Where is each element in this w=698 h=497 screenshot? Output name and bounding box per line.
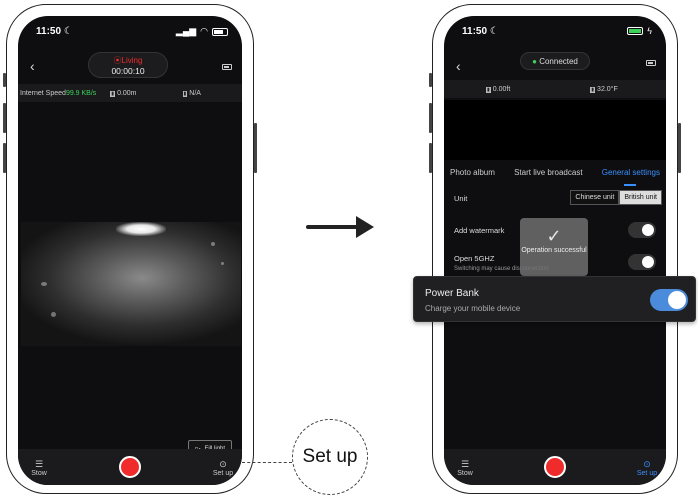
bottom-toolbar: ☰ Stow ⊙ Set up bbox=[444, 449, 666, 485]
settings-tab-bar: Photo album Start live broadcast General… bbox=[444, 168, 666, 177]
volume-up-button bbox=[429, 103, 432, 133]
info-bar: ▮ 0.00ft ▮ 32.0°F bbox=[444, 80, 666, 98]
chinese-unit-option[interactable]: Chinese unit bbox=[570, 190, 620, 205]
left-phone: 11:50 ☾ ▂▄▆ ◠ ‹ ⦿Living 00:00:10 Interne… bbox=[3, 4, 257, 494]
active-tab-indicator bbox=[624, 184, 636, 186]
distance-icon: ▮ bbox=[486, 86, 491, 93]
living-status: ⦿Living bbox=[113, 56, 143, 65]
stow-label: Stow bbox=[31, 470, 47, 477]
arrow-right-icon bbox=[356, 216, 374, 238]
power-bank-title: Power Bank bbox=[425, 288, 479, 299]
wifi-5ghz-toggle[interactable] bbox=[628, 254, 656, 270]
wifi-5ghz-label: Open 5GHZ bbox=[454, 254, 495, 263]
device-battery-icon bbox=[222, 64, 232, 70]
success-toast: ✓ Operation successful bbox=[520, 218, 588, 276]
status-icons: ϟ bbox=[627, 26, 652, 36]
record-button[interactable] bbox=[544, 456, 566, 478]
watermark-toggle[interactable] bbox=[628, 222, 656, 238]
right-phone: 11:50 ☾ ϟ ‹ ● Connected ▮ 0.00ft ▮ 32.0°F … bbox=[429, 4, 681, 494]
bottom-toolbar: ☰ Stow ⊙ Set up bbox=[18, 449, 242, 485]
tab-photo-album[interactable]: Photo album bbox=[450, 168, 495, 177]
back-icon[interactable]: ‹ bbox=[456, 58, 461, 74]
gear-icon: ⊙ bbox=[219, 459, 227, 469]
power-button bbox=[254, 123, 257, 173]
setup-label: Set up bbox=[212, 470, 234, 477]
distance-icon: ▮ bbox=[110, 90, 116, 97]
unit-selector: Chinese unit British unit bbox=[570, 190, 662, 205]
setup-tab[interactable]: ⊙ Set up bbox=[208, 459, 238, 477]
distance-reading: ▮ 0.00ft bbox=[486, 85, 511, 93]
connection-status: Connected bbox=[539, 57, 578, 66]
wifi-icon: ◠ bbox=[200, 26, 208, 36]
record-button[interactable] bbox=[119, 456, 141, 478]
tab-general-settings[interactable]: General settings bbox=[602, 168, 660, 177]
back-icon[interactable]: ‹ bbox=[30, 58, 35, 74]
spot bbox=[51, 312, 56, 317]
signal-icon: ▂▄▆ bbox=[175, 26, 197, 36]
camera-feed bbox=[21, 222, 241, 346]
internet-speed-label: Internet Speed bbox=[20, 89, 66, 97]
device-battery-icon bbox=[646, 60, 656, 66]
status-time: 11:50 ☾ bbox=[36, 26, 73, 37]
power-bank-card: Power Bank Charge your mobile device bbox=[413, 276, 696, 322]
stow-tab[interactable]: ☰ Stow bbox=[24, 459, 54, 477]
battery-icon bbox=[212, 27, 228, 36]
gear-icon: ⊙ bbox=[643, 459, 651, 469]
watermark-label: Add watermark bbox=[454, 226, 505, 235]
setup-label: Set up bbox=[636, 470, 658, 477]
unit-label: Unit bbox=[454, 194, 468, 203]
callout-connector bbox=[242, 462, 292, 463]
checkmark-icon: ✓ bbox=[546, 226, 562, 246]
power-button bbox=[678, 123, 681, 173]
sensor-icon: ▮ bbox=[182, 90, 188, 97]
recording-timer: 00:00:10 bbox=[111, 66, 145, 76]
tab-start-live-broadcast[interactable]: Start live broadcast bbox=[514, 168, 582, 177]
charging-bolt-icon: ϟ bbox=[647, 26, 652, 36]
spot bbox=[41, 282, 47, 286]
volume-down-button bbox=[3, 143, 6, 173]
toast-message: Operation successful bbox=[521, 247, 587, 254]
info-bar: Internet Speed 99.9 KB/s ▮ 0.00m ▮ N/A bbox=[18, 84, 242, 102]
british-unit-option[interactable]: British unit bbox=[619, 190, 662, 205]
power-bank-toggle[interactable] bbox=[650, 289, 688, 311]
volume-down-button bbox=[429, 143, 432, 173]
thermometer-icon: ▮ bbox=[590, 86, 596, 93]
setup-tab[interactable]: ⊙ Set up bbox=[632, 459, 662, 477]
temperature-reading: ▮ 32.0°F bbox=[590, 85, 618, 93]
spot bbox=[211, 242, 215, 246]
power-bank-subtitle: Charge your mobile device bbox=[425, 304, 521, 313]
status-time: 11:50 ☾ bbox=[462, 26, 499, 37]
arrow-shaft bbox=[306, 225, 362, 229]
left-screen: 11:50 ☾ ▂▄▆ ◠ ‹ ⦿Living 00:00:10 Interne… bbox=[18, 16, 242, 485]
setup-callout: Set up bbox=[292, 419, 368, 495]
light-glare bbox=[116, 222, 166, 236]
distance-reading: ▮ 0.00m bbox=[110, 89, 137, 97]
right-screen: 11:50 ☾ ϟ ‹ ● Connected ▮ 0.00ft ▮ 32.0°F … bbox=[444, 16, 666, 485]
volume-up-button bbox=[3, 103, 6, 133]
na-reading: ▮ N/A bbox=[182, 89, 201, 97]
connection-status-pill: ● Connected bbox=[520, 52, 590, 70]
recording-timer-pill: ⦿Living 00:00:10 bbox=[88, 52, 168, 78]
stow-label: Stow bbox=[457, 470, 473, 477]
status-icons: ▂▄▆ ◠ bbox=[176, 26, 228, 37]
internet-speed-value: 99.9 KB/s bbox=[65, 89, 97, 97]
mute-switch bbox=[3, 73, 6, 87]
mute-switch bbox=[429, 73, 432, 87]
battery-charging-icon bbox=[627, 27, 644, 35]
camera-preview bbox=[444, 100, 666, 160]
list-icon: ☰ bbox=[34, 459, 44, 469]
connected-dot-icon: ● bbox=[532, 57, 537, 66]
spot bbox=[221, 262, 224, 265]
list-icon: ☰ bbox=[460, 459, 470, 469]
stow-tab[interactable]: ☰ Stow bbox=[450, 459, 480, 477]
